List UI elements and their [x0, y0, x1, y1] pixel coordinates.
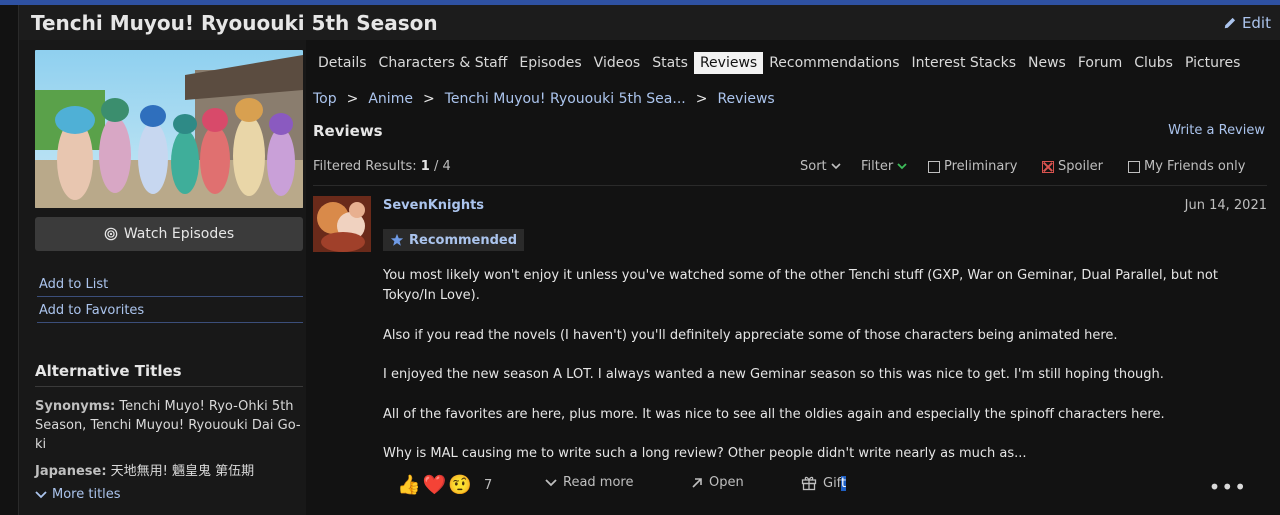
- review-paragraph: Also if you read the novels (I haven't) …: [383, 327, 1118, 343]
- review-card: SevenKnights Jun 14, 2021 Recommended Yo…: [313, 195, 1267, 515]
- more-options-icon[interactable]: •••: [1209, 475, 1247, 499]
- filtered-results-label: Filtered Results:: [313, 159, 417, 174]
- japanese-value: 天地無用! 魎皇鬼 第伍期: [110, 464, 255, 479]
- open-button[interactable]: Open: [691, 475, 744, 490]
- review-paragraph: You most likely won't enjoy it unless yo…: [383, 268, 1218, 303]
- star-icon: [390, 233, 404, 246]
- tab-news[interactable]: News: [1022, 52, 1072, 74]
- chevron-down-icon: [35, 490, 47, 498]
- badge-label: Recommended: [409, 232, 518, 248]
- chevron-down-icon: [897, 163, 907, 170]
- broadcast-icon: [104, 227, 118, 241]
- filtered-total: / 4: [433, 159, 451, 174]
- checkbox-icon: [1128, 160, 1140, 173]
- gift-label-prefix: Gif: [823, 475, 842, 491]
- cover-artwork: [35, 50, 303, 208]
- filter-label: Filter: [861, 159, 894, 174]
- heart-icon: ❤️: [422, 474, 447, 496]
- recommended-badge: Recommended: [383, 229, 525, 251]
- left-sidebar: Watch Episodes Add to List Add to Favori…: [18, 40, 308, 515]
- filter-dropdown[interactable]: Filter: [861, 159, 907, 174]
- title-bar: Tenchi Muyou! Ryououki 5th Season Edit: [18, 5, 1280, 40]
- gift-icon: [801, 476, 817, 491]
- my-friends-only-checkbox[interactable]: My Friends only: [1128, 159, 1245, 174]
- review-username[interactable]: SevenKnights: [383, 198, 484, 213]
- watch-episodes-label: Watch Episodes: [123, 226, 235, 242]
- breadcrumb-reviews[interactable]: Reviews: [717, 91, 774, 107]
- checkbox-checked-icon: [1042, 160, 1054, 173]
- filtered-results: Filtered Results: 1 / 4: [313, 159, 451, 174]
- checkbox-icon: [928, 160, 940, 173]
- chevron-down-icon: [545, 478, 557, 486]
- gift-button[interactable]: Gift: [801, 475, 847, 491]
- anime-cover-image[interactable]: [35, 50, 303, 208]
- page-title: Tenchi Muyou! Ryououki 5th Season: [31, 11, 438, 35]
- tab-forum[interactable]: Forum: [1072, 52, 1128, 74]
- tab-videos[interactable]: Videos: [588, 52, 647, 74]
- preliminary-checkbox[interactable]: Preliminary: [928, 159, 1017, 174]
- gift-label: Gift: [823, 475, 847, 491]
- sort-label: Sort: [800, 159, 827, 174]
- sort-dropdown[interactable]: Sort: [800, 159, 841, 174]
- thinking-face-icon: 🤨: [448, 474, 473, 496]
- reaction-count: 7: [484, 477, 493, 493]
- my-friends-only-label: My Friends only: [1144, 159, 1246, 174]
- tab-details[interactable]: Details: [312, 52, 373, 74]
- tab-characters-staff[interactable]: Characters & Staff: [373, 52, 514, 74]
- review-paragraph: All of the favorites are here, plus more…: [383, 406, 1165, 422]
- thumbs-up-icon: 👍: [397, 474, 421, 496]
- breadcrumb-separator: >: [346, 91, 359, 107]
- breadcrumb-title[interactable]: Tenchi Muyou! Ryououki 5th Sea...: [445, 91, 686, 107]
- add-to-list-link[interactable]: Add to List: [37, 273, 303, 297]
- tab-reviews[interactable]: Reviews: [693, 52, 764, 74]
- filtered-current: 1: [420, 159, 430, 174]
- gift-label-selected-char: t: [841, 475, 847, 491]
- preliminary-label: Preliminary: [944, 159, 1018, 174]
- edit-button[interactable]: Edit: [1223, 14, 1271, 32]
- breadcrumb: Top > Anime > Tenchi Muyou! Ryououki 5th…: [313, 91, 775, 107]
- breadcrumb-anime[interactable]: Anime: [368, 91, 413, 107]
- review-date: Jun 14, 2021: [1184, 198, 1267, 213]
- synonyms-row: Synonyms: Tenchi Muyo! Ryo-Ohki 5th Seas…: [35, 397, 303, 454]
- add-to-favorites-link[interactable]: Add to Favorites: [37, 299, 303, 323]
- read-more-label: Read more: [563, 475, 634, 490]
- reviews-heading: Reviews: [313, 122, 383, 140]
- review-paragraph: Why is MAL causing me to write such a lo…: [383, 446, 1027, 461]
- tab-pictures[interactable]: Pictures: [1179, 52, 1246, 74]
- spoiler-label: Spoiler: [1058, 159, 1104, 174]
- avatar-image: [313, 196, 371, 252]
- tab-recommendations[interactable]: Recommendations: [763, 52, 905, 74]
- japanese-row: Japanese: 天地無用! 魎皇鬼 第伍期: [35, 462, 303, 481]
- avatar[interactable]: [313, 196, 371, 252]
- main-content: Details Characters & Staff Episodes Vide…: [306, 40, 1280, 515]
- synonyms-label: Synonyms:: [35, 399, 116, 414]
- breadcrumb-top[interactable]: Top: [313, 91, 337, 107]
- review-filter-bar: Filtered Results: 1 / 4 Sort Filter Prel…: [313, 157, 1267, 186]
- edit-label: Edit: [1241, 14, 1271, 32]
- read-more-button[interactable]: Read more: [545, 475, 633, 490]
- watch-episodes-button[interactable]: Watch Episodes: [35, 217, 303, 251]
- alternative-titles-heading: Alternative Titles: [35, 362, 303, 387]
- breadcrumb-separator: >: [422, 91, 435, 107]
- open-label: Open: [709, 475, 744, 490]
- breadcrumb-separator: >: [695, 91, 708, 107]
- pencil-icon: [1224, 17, 1236, 29]
- japanese-label: Japanese:: [35, 464, 107, 479]
- tab-episodes[interactable]: Episodes: [513, 52, 587, 74]
- review-actions: 👍 ❤️ 🤨 7 Read more Open Gift •••: [397, 475, 1267, 499]
- write-review-link[interactable]: Write a Review: [1168, 123, 1265, 138]
- reactions-button[interactable]: 👍 ❤️ 🤨 7: [397, 475, 492, 495]
- tab-interest-stacks[interactable]: Interest Stacks: [906, 52, 1022, 74]
- arrow-up-right-icon: [692, 477, 702, 488]
- more-titles-link[interactable]: More titles: [35, 487, 121, 502]
- tab-clubs[interactable]: Clubs: [1128, 52, 1179, 74]
- review-paragraph: I enjoyed the new season A LOT. I always…: [383, 367, 1164, 382]
- tab-bar: Details Characters & Staff Episodes Vide…: [312, 52, 1246, 74]
- spoiler-checkbox[interactable]: Spoiler: [1042, 159, 1103, 174]
- review-text: You most likely won't enjoy it unless yo…: [383, 266, 1263, 484]
- chevron-down-icon: [831, 163, 841, 170]
- tab-stats[interactable]: Stats: [646, 52, 694, 74]
- more-titles-label: More titles: [52, 487, 121, 502]
